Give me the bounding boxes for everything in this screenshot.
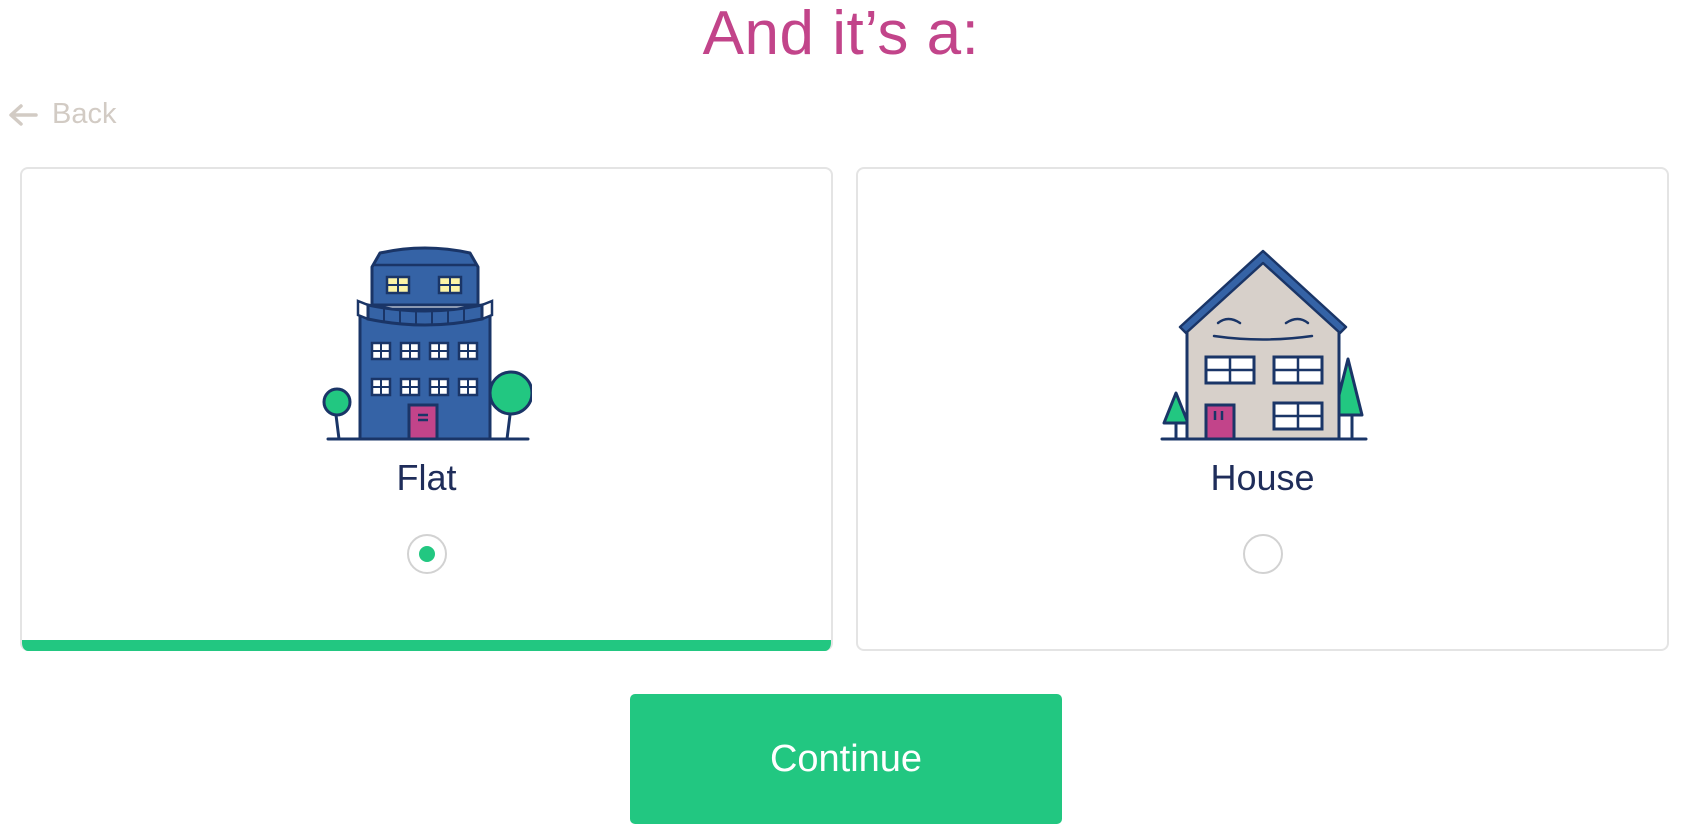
radio-selected-dot	[418, 546, 435, 562]
back-label: Back	[52, 98, 117, 130]
property-type-page: And it’s a: Back Flat House Continue	[0, 0, 1682, 834]
option-label-house: House	[1210, 457, 1315, 498]
option-label-flat: Flat	[396, 457, 457, 498]
selected-indicator-bar	[22, 640, 831, 651]
continue-button[interactable]: Continue	[630, 694, 1062, 824]
apartment-building-icon	[322, 246, 532, 441]
back-link[interactable]: Back	[8, 98, 116, 131]
option-card-flat[interactable]: Flat	[20, 167, 833, 651]
option-card-house[interactable]: House	[856, 167, 1669, 651]
page-title: And it’s a:	[702, 0, 980, 68]
radio-flat[interactable]	[406, 534, 447, 574]
radio-house[interactable]	[1242, 534, 1283, 574]
house-icon	[1160, 249, 1367, 441]
arrow-left-icon	[8, 103, 38, 127]
